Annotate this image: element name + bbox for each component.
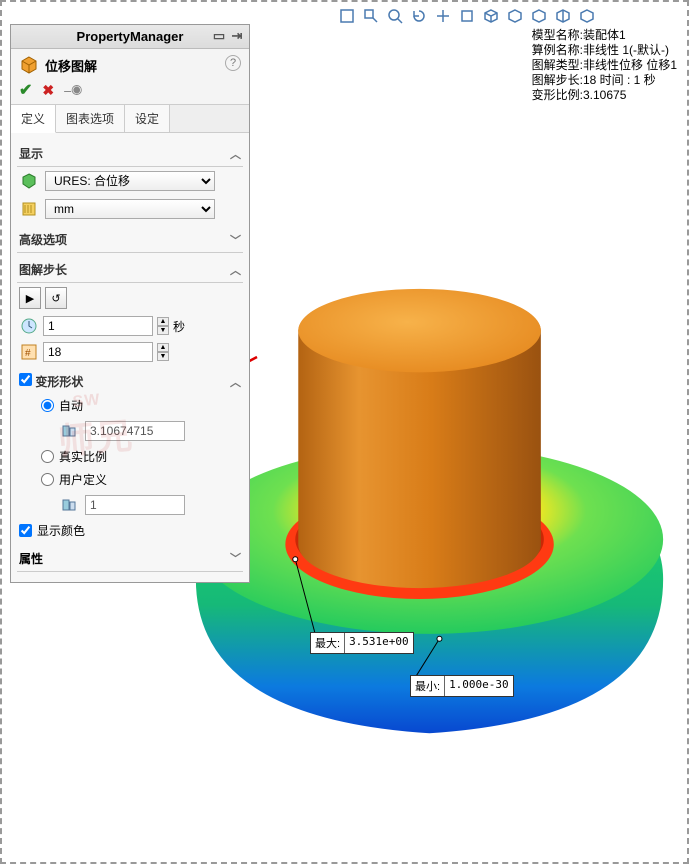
pm-confirm-row: ✔ ✖ ⎯◉ (11, 77, 249, 105)
step-down[interactable]: ▼ (157, 352, 169, 361)
loop-button[interactable]: ↺ (45, 287, 67, 309)
header-pin-icon[interactable]: ⇥ (229, 28, 245, 44)
property-manager-panel: PropertyManager ▭ ⇥ 位移图解 ? ✔ ✖ ⎯◉ 定义 图表选… (10, 24, 250, 583)
pm-header-title: PropertyManager (77, 29, 184, 44)
collapse-icon[interactable]: ︿ (230, 374, 241, 390)
section-display-title: 显示 (19, 145, 43, 162)
callout-max-name: 最大: (311, 633, 345, 653)
user-scale-value (85, 495, 185, 515)
pan-icon[interactable] (433, 6, 453, 26)
section-properties-title: 属性 (19, 550, 43, 567)
callout-max[interactable]: 最大: 3.531e+00 (310, 632, 414, 654)
step-icon: # (19, 342, 39, 362)
component-icon (19, 171, 39, 191)
play-button[interactable]: ▶ (19, 287, 41, 309)
show-color-label: 显示颜色 (37, 522, 85, 539)
view-iso2-icon[interactable] (505, 6, 525, 26)
section-step: 图解步长 ︿ ▶ ↺ ▲▼ 秒 # ▲▼ (17, 257, 243, 365)
auto-scale-value (85, 421, 185, 441)
time-icon (19, 316, 39, 336)
pm-title-row: 位移图解 ? (11, 49, 249, 77)
tab-chart-options[interactable]: 图表选项 (56, 105, 125, 132)
section-step-title: 图解步长 (19, 261, 67, 278)
displacement-plot-icon (19, 55, 39, 75)
rotate-icon[interactable] (409, 6, 429, 26)
view-front-icon[interactable] (457, 6, 477, 26)
step-input[interactable] (43, 342, 153, 362)
callout-min-value: 1.000e-30 (445, 676, 513, 696)
time-unit-label: 秒 (173, 318, 185, 335)
deform-enable-checkbox[interactable] (19, 373, 32, 386)
deform-user-label: 用户定义 (59, 471, 107, 488)
tab-settings[interactable]: 设定 (125, 105, 170, 132)
deform-user-radio[interactable] (41, 473, 54, 486)
tab-definition[interactable]: 定义 (11, 105, 56, 133)
unit-select[interactable]: mm (45, 199, 215, 219)
view-toolbar (337, 6, 597, 26)
zoom-fit-icon[interactable] (337, 6, 357, 26)
deform-true-label: 真实比例 (59, 448, 107, 465)
section-deform: 变形形状 ︿ 自动 真实比例 用户定义 (17, 369, 243, 542)
zoom-icon[interactable] (385, 6, 405, 26)
collapse-icon[interactable]: ︿ (230, 262, 241, 278)
pm-header: PropertyManager ▭ ⇥ (11, 25, 249, 49)
callout-max-value: 3.531e+00 (345, 633, 413, 653)
pm-title: 位移图解 (45, 56, 97, 75)
cancel-button[interactable]: ✖ (42, 82, 54, 99)
time-input[interactable] (43, 316, 153, 336)
component-select[interactable]: URES: 合位移 (45, 171, 215, 191)
section-advanced-title: 高级选项 (19, 231, 67, 248)
ok-button[interactable]: ✔ (19, 80, 32, 100)
deform-auto-label: 自动 (59, 397, 83, 414)
section-display: 显示 ︿ URES: 合位移 mm (17, 141, 243, 223)
tab-row: 定义 图表选项 设定 (11, 105, 249, 133)
section-properties: 属性 ﹀ (17, 546, 243, 572)
view-more-icon[interactable] (577, 6, 597, 26)
header-tab-icon[interactable]: ▭ (211, 28, 227, 44)
step-up[interactable]: ▲ (157, 343, 169, 352)
expand-icon[interactable]: ﹀ (230, 550, 241, 567)
scale-icon (59, 421, 79, 441)
svg-text:#: # (25, 348, 31, 359)
time-down[interactable]: ▼ (157, 326, 169, 335)
view-iso1-icon[interactable] (481, 6, 501, 26)
time-up[interactable]: ▲ (157, 317, 169, 326)
show-color-checkbox[interactable] (19, 524, 32, 537)
deform-true-radio[interactable] (41, 450, 54, 463)
model-info-overlay: 模型名称:装配体1 算例名称:非线性 1(-默认-) 图解类型:非线性位移 位移… (532, 28, 677, 103)
collapse-icon[interactable]: ︿ (230, 146, 241, 162)
section-deform-title: 变形形状 (35, 375, 83, 389)
pushpin-icon[interactable]: ⎯◉ (64, 82, 82, 99)
deform-auto-radio[interactable] (41, 399, 54, 412)
view-iso3-icon[interactable] (529, 6, 549, 26)
callout-min[interactable]: 最小: 1.000e-30 (410, 675, 514, 697)
expand-icon[interactable]: ﹀ (230, 232, 241, 248)
scale-icon (59, 495, 79, 515)
help-icon[interactable]: ? (225, 55, 241, 71)
section-advanced: 高级选项 ﹀ (17, 227, 243, 253)
section-icon[interactable] (553, 6, 573, 26)
unit-icon (19, 199, 39, 219)
callout-min-name: 最小: (411, 676, 445, 696)
zoom-area-icon[interactable] (361, 6, 381, 26)
